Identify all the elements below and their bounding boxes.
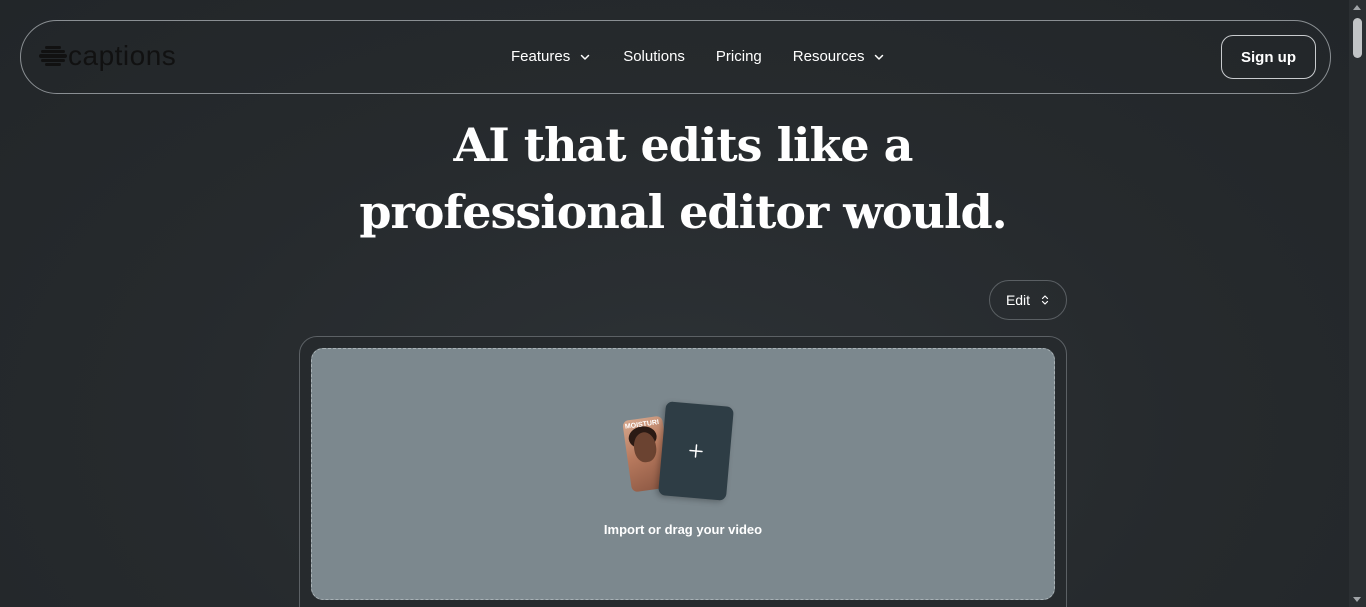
dropzone-label: Import or drag your video [603, 522, 763, 537]
chevron-up-down-icon [1041, 295, 1049, 305]
plus-icon [689, 444, 703, 458]
chevron-down-icon [875, 54, 884, 60]
page-scrollbar[interactable] [1349, 0, 1366, 607]
signup-button[interactable]: Sign up [1221, 35, 1316, 79]
page: captions Features Solutions Pricing Reso… [0, 0, 1349, 607]
hero-title-line2: professional editor would. [359, 185, 1007, 239]
brand-logo[interactable]: captions [39, 41, 176, 71]
nav-item-label: Pricing [715, 48, 762, 65]
brand-name: captions [68, 40, 177, 71]
nav-item-label: Solutions [623, 48, 685, 65]
nav-item-features[interactable]: Features [511, 47, 592, 67]
scroll-down-arrow-icon[interactable] [1353, 597, 1361, 602]
mode-select[interactable]: Edit [989, 280, 1067, 320]
mode-select-value: Edit [1005, 292, 1031, 308]
import-video-button[interactable] [658, 401, 734, 501]
scroll-up-arrow-icon[interactable] [1353, 5, 1361, 10]
nav-item-label: Features [511, 48, 571, 65]
top-navbar: captions Features Solutions Pricing Reso… [20, 20, 1331, 94]
hero-title: AI that edits like a professional editor… [0, 112, 1366, 246]
nav-links: Features Solutions Pricing Resources [511, 47, 917, 67]
hero-title-line1: AI that edits like a [453, 118, 914, 172]
nav-item-label: Resources [792, 48, 865, 65]
nav-item-resources[interactable]: Resources [793, 47, 887, 67]
nav-item-pricing[interactable]: Pricing [716, 47, 762, 67]
captions-logo-icon [39, 46, 67, 66]
nav-item-solutions[interactable]: Solutions [623, 47, 685, 67]
scrollbar-thumb[interactable] [1353, 18, 1362, 58]
chevron-down-icon [580, 54, 590, 60]
